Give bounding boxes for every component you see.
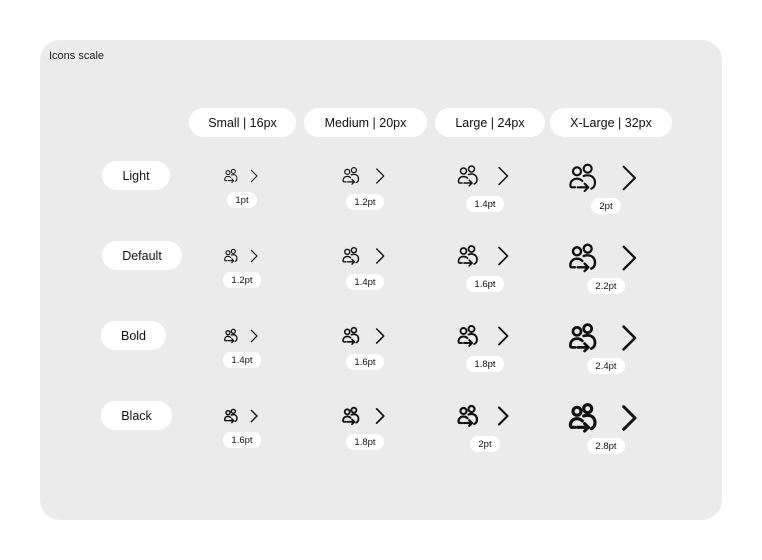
chevron-right-icon — [622, 165, 636, 191]
icon-cell-black-small: 1.6pt — [197, 406, 287, 448]
people-transfer-icon — [457, 165, 478, 187]
panel-title: Icons scale — [49, 50, 105, 62]
people-transfer-icon — [457, 245, 478, 267]
icon-cell-default-xlarge: 2.2pt — [561, 240, 651, 294]
icon-cell-bold-large: 1.8pt — [440, 322, 530, 372]
chevron-right-icon — [375, 168, 384, 184]
icon-pair — [567, 240, 645, 276]
icon-pair — [567, 160, 645, 196]
stroke-weight-badge: 1.4pt — [346, 274, 384, 290]
icon-cell-bold-medium: 1.6pt — [320, 324, 410, 370]
people-transfer-icon — [223, 408, 238, 424]
chevron-right-icon — [250, 329, 258, 343]
icon-cell-default-small: 1.2pt — [197, 246, 287, 288]
row-header-default: Default — [102, 241, 182, 270]
stroke-weight-badge: 1.8pt — [346, 434, 384, 450]
chevron-right-icon — [250, 169, 257, 183]
chevron-right-icon — [497, 166, 508, 186]
icon-cell-black-xlarge: 2.8pt — [561, 400, 651, 454]
chevron-right-icon — [250, 409, 258, 423]
icon-pair — [341, 164, 390, 188]
icon-pair — [341, 244, 390, 268]
column-header-large: Large | 24px — [435, 108, 545, 137]
icon-pair — [223, 246, 262, 266]
icon-pair — [456, 162, 515, 190]
row-header-light: Light — [102, 161, 170, 190]
chevron-right-icon — [375, 328, 385, 344]
people-transfer-icon — [341, 406, 359, 426]
chevron-right-icon — [375, 408, 385, 424]
people-transfer-icon — [568, 323, 597, 353]
people-transfer-icon — [341, 246, 359, 265]
row-header-black: Black — [101, 401, 172, 430]
stroke-weight-badge: 2.2pt — [587, 278, 625, 294]
stroke-weight-badge: 1.6pt — [466, 276, 504, 292]
stroke-weight-badge: 1pt — [227, 192, 257, 208]
stroke-weight-badge: 2pt — [470, 436, 500, 452]
chevron-right-icon — [497, 326, 508, 346]
icon-cell-light-medium: 1.2pt — [320, 164, 410, 210]
column-header-small: Small | 16px — [189, 108, 296, 137]
stroke-weight-badge: 1.8pt — [466, 356, 504, 372]
chevron-right-icon — [622, 245, 637, 271]
icon-cell-light-small: 1pt — [197, 166, 287, 208]
stroke-weight-badge: 1.6pt — [346, 354, 384, 370]
icon-pair — [223, 166, 262, 186]
icon-cell-black-medium: 1.8pt — [320, 404, 410, 450]
icon-pair — [223, 326, 262, 346]
stroke-weight-badge: 1.6pt — [223, 432, 261, 448]
chevron-right-icon — [250, 249, 258, 263]
stroke-weight-badge: 2.4pt — [587, 358, 625, 374]
icon-pair — [456, 242, 515, 270]
stroke-weight-badge: 1.2pt — [223, 272, 261, 288]
icon-pair — [567, 320, 645, 356]
column-header-medium: Medium | 20px — [304, 108, 427, 137]
people-transfer-icon — [341, 326, 359, 345]
people-transfer-icon — [456, 404, 478, 427]
people-transfer-icon — [569, 163, 597, 193]
chevron-right-icon — [497, 406, 509, 426]
icon-pair — [341, 324, 390, 348]
icon-pair — [341, 404, 390, 428]
people-transfer-icon — [569, 243, 597, 273]
icon-pair — [223, 406, 262, 426]
icon-pair — [567, 400, 645, 436]
icon-pair — [456, 402, 515, 430]
icon-cell-light-large: 1.4pt — [440, 162, 530, 212]
row-header-bold: Bold — [101, 321, 166, 350]
stroke-weight-badge: 2pt — [591, 198, 621, 214]
icons-scale-panel: Icons scale Small | 16px Medium | 20px L… — [40, 40, 722, 520]
stroke-weight-badge: 1.2pt — [346, 194, 384, 210]
chevron-right-icon — [375, 248, 384, 264]
people-transfer-icon — [457, 325, 478, 347]
chevron-right-icon — [622, 405, 637, 431]
people-transfer-icon — [223, 248, 238, 264]
people-transfer-icon — [341, 167, 359, 185]
icon-cell-black-large: 2pt — [440, 402, 530, 452]
people-transfer-icon — [223, 168, 237, 184]
column-header-xlarge: X-Large | 32px — [550, 108, 672, 137]
people-transfer-icon — [223, 328, 238, 344]
icon-cell-bold-small: 1.4pt — [197, 326, 287, 368]
icon-cell-default-large: 1.6pt — [440, 242, 530, 292]
chevron-right-icon — [497, 246, 508, 266]
icon-pair — [456, 322, 515, 350]
icon-cell-default-medium: 1.4pt — [320, 244, 410, 290]
stroke-weight-badge: 1.4pt — [223, 352, 261, 368]
icon-cell-light-xlarge: 2pt — [561, 160, 651, 214]
icon-cell-bold-xlarge: 2.4pt — [561, 320, 651, 374]
chevron-right-icon — [622, 325, 637, 351]
stroke-weight-badge: 2.8pt — [587, 438, 625, 454]
stroke-weight-badge: 1.4pt — [466, 196, 504, 212]
people-transfer-icon — [568, 403, 597, 433]
